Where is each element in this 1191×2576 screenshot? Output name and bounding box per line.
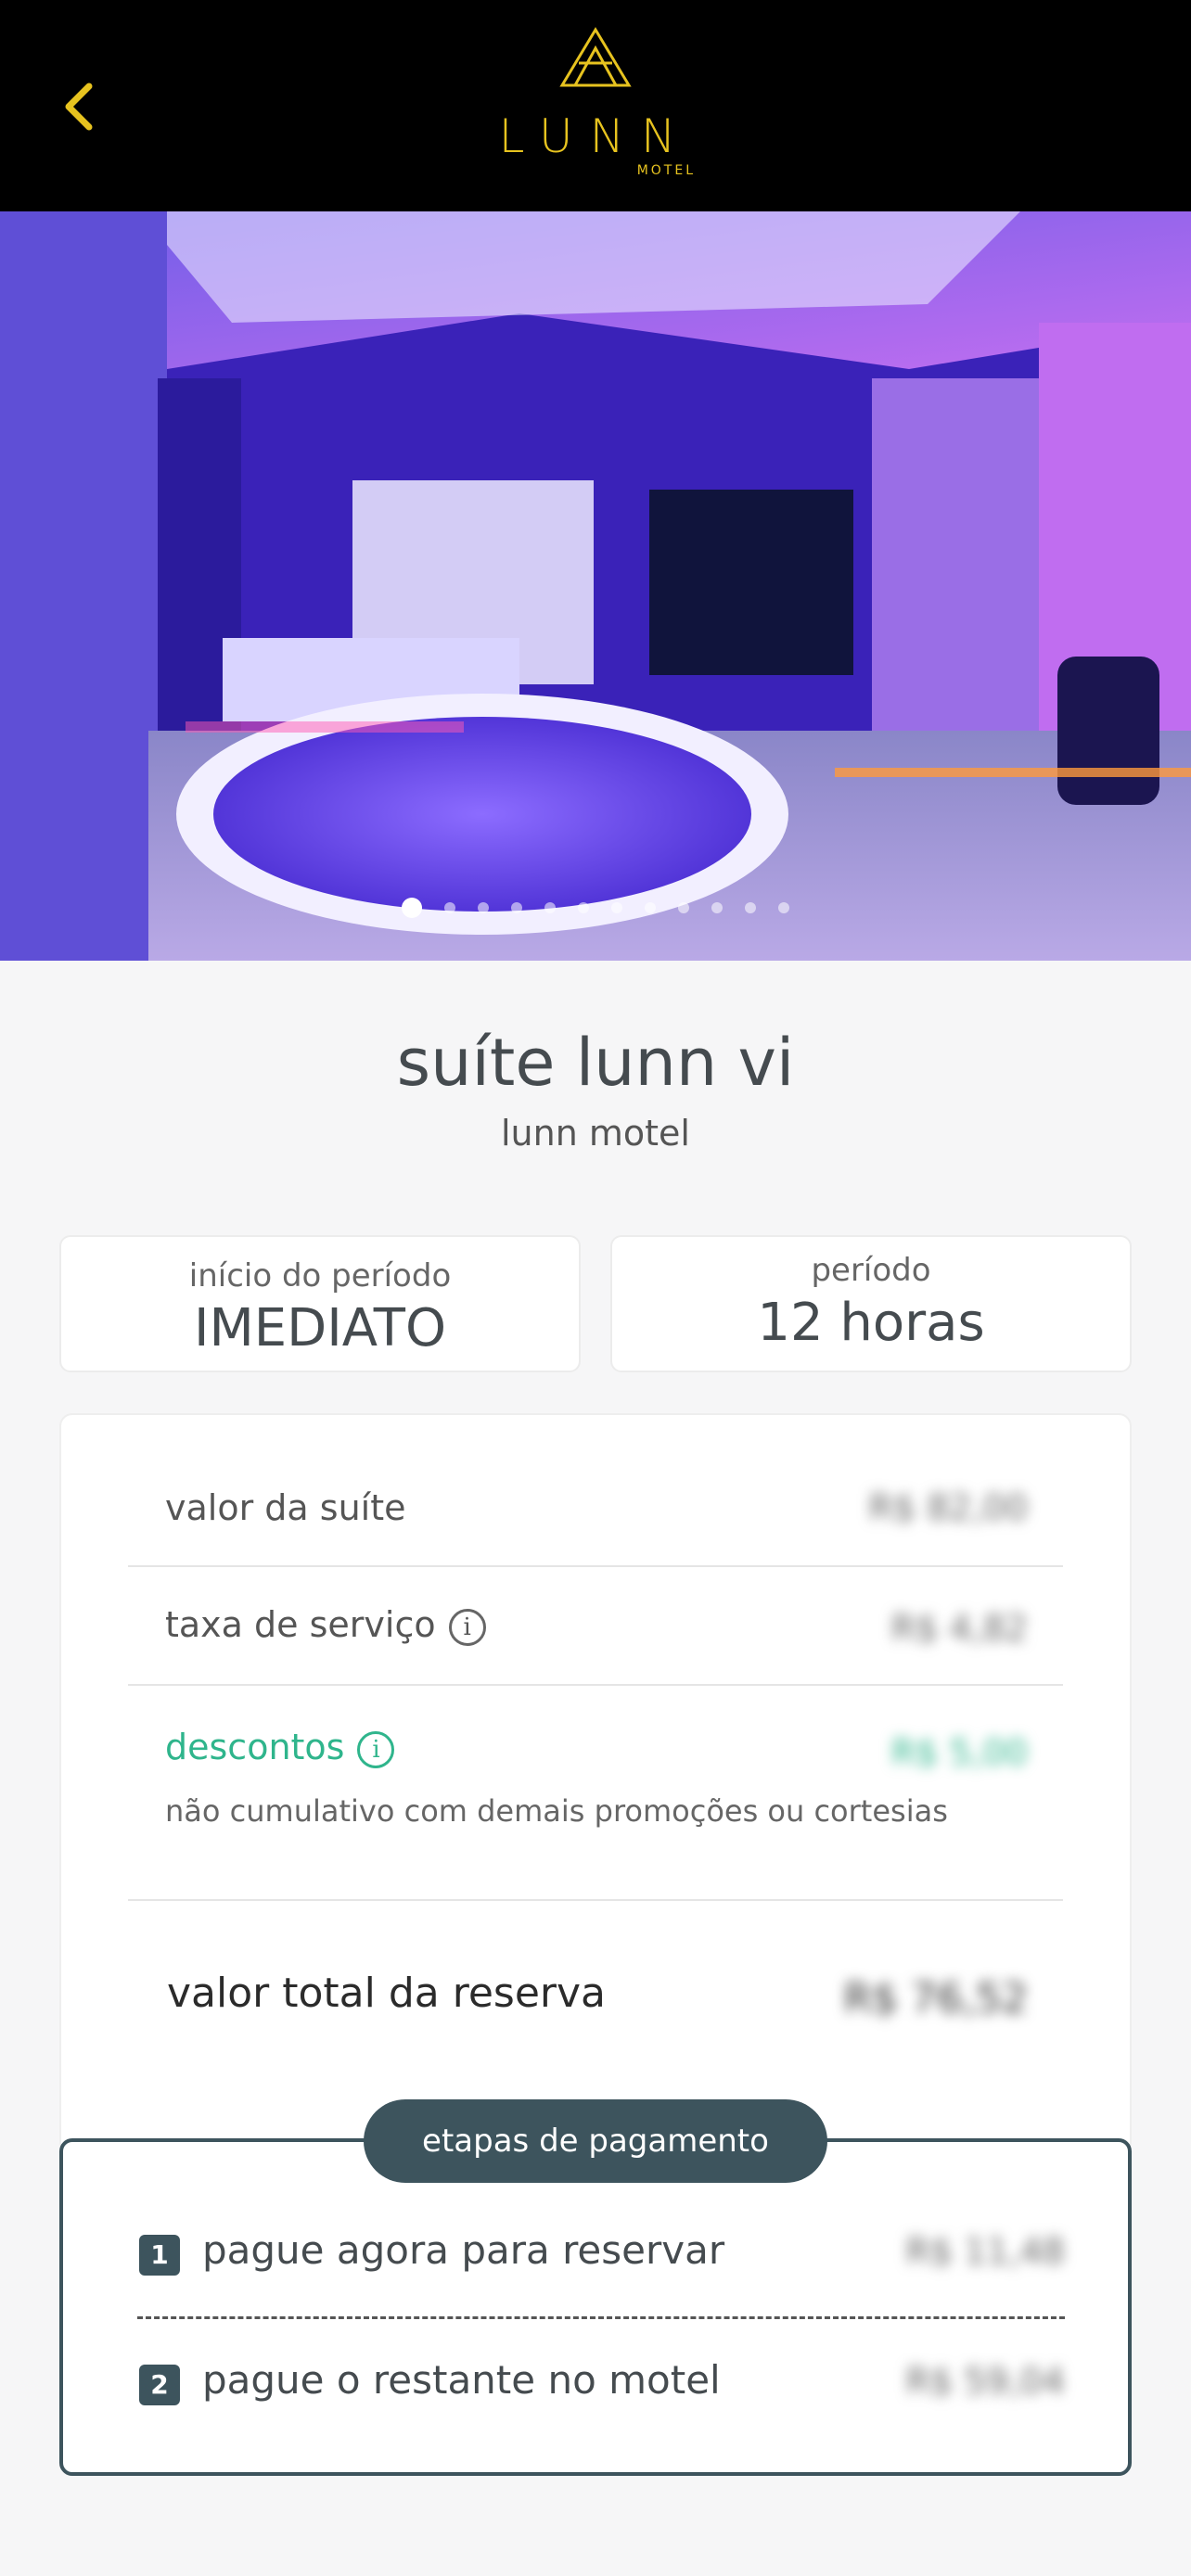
- period-length-label: período: [811, 1252, 931, 1289]
- service-fee-label-text: taxa de serviço: [165, 1604, 436, 1645]
- gallery-dot[interactable]: [578, 902, 589, 913]
- step-1-value: R$ 11,48: [905, 2231, 1065, 2272]
- suite-photo-gallery[interactable]: [0, 211, 1191, 961]
- discount-value: R$ 5,00: [890, 1732, 1028, 1773]
- suite-price-label: valor da suíte: [165, 1487, 406, 1528]
- step-1-label: pague agora para reservar: [202, 2227, 725, 2273]
- payment-steps-card: [59, 2138, 1132, 2476]
- discount-note: não cumulativo com demais promoções ou c…: [165, 1793, 948, 1829]
- step-2-badge: 2: [139, 2365, 180, 2405]
- brand-name: LUNN: [498, 109, 693, 163]
- gallery-dot[interactable]: [444, 902, 455, 913]
- divider: [128, 1899, 1063, 1901]
- gallery-dot[interactable]: [678, 902, 689, 913]
- period-length-value: 12 horas: [757, 1293, 985, 1353]
- gallery-dot[interactable]: [478, 902, 489, 913]
- gallery-dot[interactable]: [711, 902, 723, 913]
- period-length-card[interactable]: período 12 horas: [610, 1235, 1132, 1372]
- gallery-pagination[interactable]: [0, 898, 1191, 918]
- gallery-dot[interactable]: [511, 902, 522, 913]
- discount-label-text: descontos: [165, 1727, 345, 1767]
- triangle-logo-icon: [559, 27, 632, 87]
- gallery-dot[interactable]: [544, 902, 556, 913]
- brand-subtitle: MOTEL: [636, 163, 696, 178]
- brand-logo: LUNN MOTEL: [482, 20, 709, 187]
- suite-price-value: R$ 82,00: [868, 1487, 1028, 1528]
- service-fee-label: taxa de serviço i: [165, 1604, 486, 1646]
- suite-title: suíte lunn vi: [396, 1025, 795, 1101]
- period-start-card[interactable]: início do período IMEDIATO: [59, 1235, 581, 1372]
- suite-photo: [0, 211, 1191, 961]
- total-label: valor total da reserva: [167, 1970, 606, 2017]
- info-icon[interactable]: i: [357, 1730, 395, 1768]
- discount-label: descontos i: [165, 1727, 395, 1768]
- period-start-label: início do período: [188, 1257, 452, 1294]
- divider: [128, 1684, 1063, 1686]
- period-start-value: IMEDIATO: [193, 1298, 447, 1358]
- gallery-dot[interactable]: [745, 902, 756, 913]
- app-header: LUNN MOTEL: [0, 0, 1191, 211]
- gallery-dot[interactable]: [778, 902, 789, 913]
- service-fee-value: R$ 4,82: [890, 1608, 1028, 1649]
- divider: [128, 1565, 1063, 1567]
- payment-steps-title: etapas de pagamento: [364, 2099, 827, 2183]
- step-2-label: pague o restante no motel: [202, 2357, 721, 2403]
- total-value: R$ 76,52: [843, 1975, 1028, 2022]
- gallery-dot[interactable]: [611, 902, 622, 913]
- gallery-dot[interactable]: [645, 902, 656, 913]
- step-divider: [137, 2316, 1065, 2319]
- chevron-left-icon: [65, 83, 93, 131]
- gallery-dot-active[interactable]: [402, 898, 422, 918]
- motel-name: lunn motel: [501, 1113, 690, 1154]
- info-icon[interactable]: i: [448, 1608, 486, 1646]
- step-2-value: R$ 59,04: [905, 2361, 1065, 2402]
- step-1-badge: 1: [139, 2235, 180, 2276]
- back-button[interactable]: [52, 74, 108, 139]
